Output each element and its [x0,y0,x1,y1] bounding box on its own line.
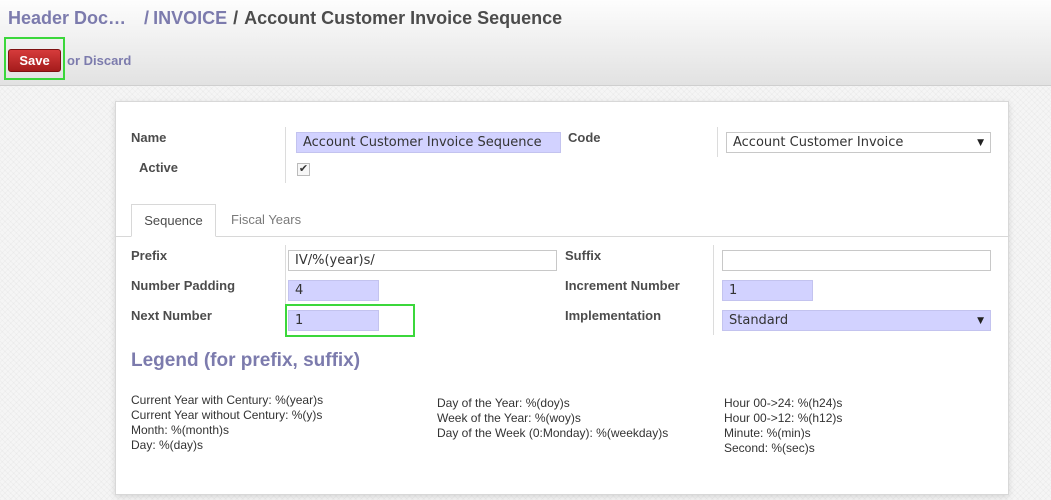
breadcrumb-separator: / [144,8,150,28]
legend-title: Legend (for prefix, suffix) [131,350,361,371]
code-select-value: Account Customer Invoice [733,135,904,150]
code-select[interactable]: Account Customer Invoice ▼ [726,132,991,153]
tab-sequence[interactable]: Sequence [131,204,216,237]
legend-item: Hour 00->12: %(h12)s [724,411,843,425]
increment-number-label: Increment Number [565,278,680,293]
control-panel: Header Doc… / INVOICE / Account Customer Inv… [0,0,1051,86]
number-padding-label: Number Padding [131,278,236,293]
active-checkbox[interactable]: ✔ [297,163,310,176]
next-number-label: Next Number [131,308,212,323]
legend-item: Second: %(sec)s [724,441,815,455]
checkmark-icon: ✔ [298,163,309,175]
name-input[interactable]: Account Customer Invoice Sequence [296,132,561,153]
prefix-label: Prefix [131,248,168,263]
active-label: Active [139,160,179,175]
legend-item: Day: %(day)s [131,438,204,452]
page-title: Account Customer Invoice Sequence [244,8,563,28]
divider [713,245,714,335]
breadcrumb: Header Doc… / INVOICE / Account Customer Inv… [8,8,562,29]
legend-item: Day of the Week (0:Monday): %(weekday)s [437,426,669,440]
form-sheet: Name Account Customer Invoice Sequence C… [115,101,1009,495]
legend-item: Hour 00->24: %(h24)s [724,396,843,410]
implementation-select-value: Standard [729,313,789,328]
tab-fiscal-years[interactable]: Fiscal Years [231,204,301,237]
caret-down-icon: ▼ [977,138,984,148]
implementation-label: Implementation [565,308,662,323]
prefix-input[interactable]: IV/%(year)s/ [288,250,557,271]
legend-item: Minute: %(min)s [724,426,811,440]
breadcrumb-header-doc[interactable]: Header Doc… [8,8,126,28]
save-button[interactable]: Save [8,49,61,72]
caret-down-icon: ▼ [977,316,984,326]
legend-item: Week of the Year: %(woy)s [437,411,581,425]
suffix-input[interactable] [722,250,991,271]
number-padding-input[interactable]: 4 [288,280,379,301]
code-label: Code [568,130,601,145]
breadcrumb-invoice[interactable]: INVOICE [153,8,227,28]
implementation-select[interactable]: Standard ▼ [722,310,991,331]
divider [717,127,718,157]
legend-item: Month: %(month)s [131,423,230,437]
legend-item: Day of the Year: %(doy)s [437,396,570,410]
suffix-label: Suffix [565,248,602,263]
next-number-input[interactable]: 1 [288,310,379,331]
legend-column-date: Current Year with Century: %(year)s Curr… [131,393,323,453]
breadcrumb-separator: / [233,8,239,28]
legend-item: Current Year without Century: %(y)s [131,408,323,422]
discard-link[interactable]: or Discard [67,53,131,68]
name-label: Name [131,130,167,145]
legend-column-time: Hour 00->24: %(h24)s Hour 00->12: %(h12)… [724,396,842,456]
legend-item: Current Year with Century: %(year)s [131,393,324,407]
increment-number-input[interactable]: 1 [722,280,813,301]
divider [285,127,286,183]
legend-column-week: Day of the Year: %(doy)s Week of the Yea… [437,396,668,441]
